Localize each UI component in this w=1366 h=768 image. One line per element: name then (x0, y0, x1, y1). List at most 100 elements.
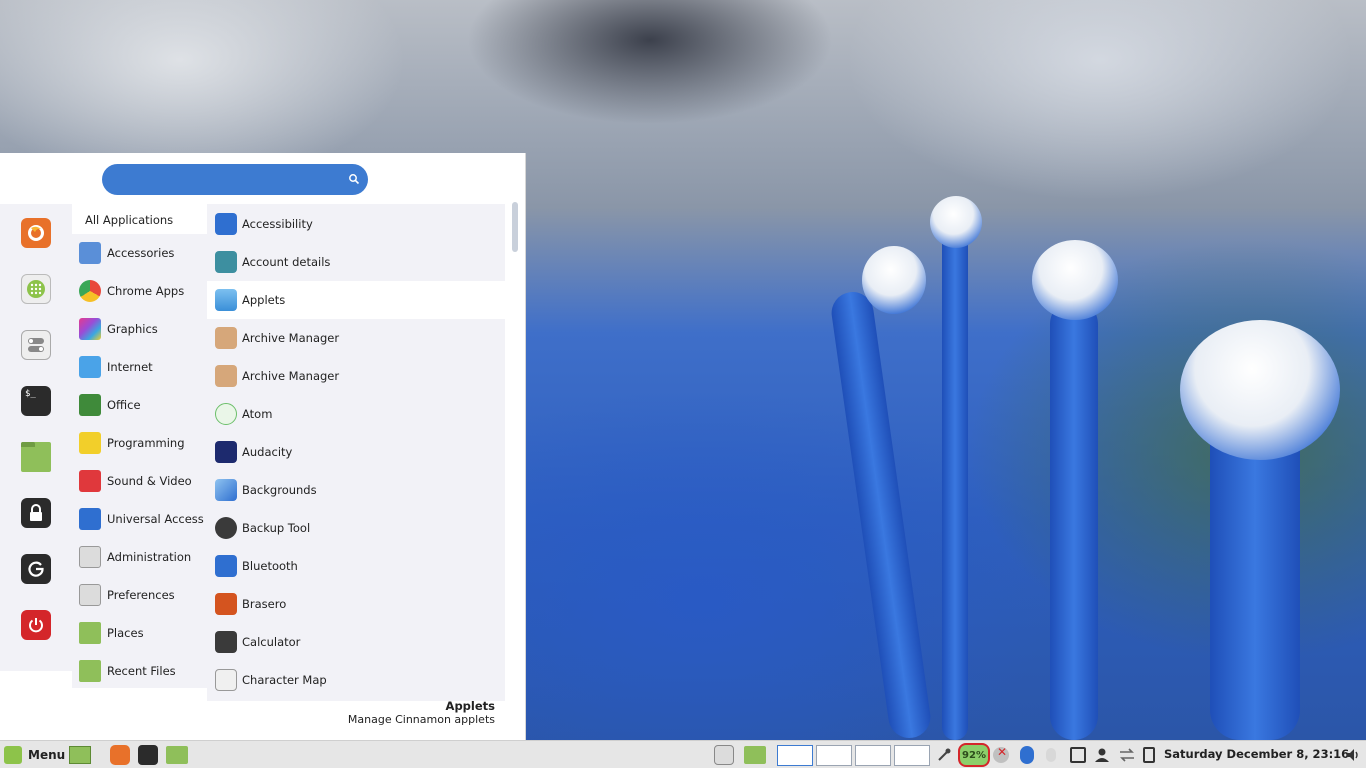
favorites-sidebar: $_ (0, 204, 72, 671)
workspace-1[interactable] (777, 745, 813, 766)
search-input[interactable] (114, 170, 334, 189)
settings-toggle-icon[interactable] (21, 330, 51, 360)
color-picker-applet[interactable] (936, 745, 952, 765)
category-label: Universal Access (107, 512, 204, 526)
battery-indicator[interactable]: 92% (958, 743, 990, 767)
wallpaper-post-cap (1032, 240, 1118, 320)
category-universal-access[interactable]: Universal Access (72, 500, 207, 538)
app-item[interactable]: Archive Manager (207, 357, 505, 395)
category-label: Graphics (107, 322, 158, 336)
category-label: Recent Files (107, 664, 176, 678)
category-label: Internet (107, 360, 153, 374)
application-list: Accessibility Account details Applets Ar… (207, 204, 505, 701)
app-label: Archive Manager (242, 331, 340, 345)
brasero-icon (215, 593, 237, 615)
backgrounds-icon (215, 479, 237, 501)
category-label: Sound & Video (107, 474, 192, 488)
category-chrome-apps[interactable]: Chrome Apps (72, 272, 207, 310)
app-item[interactable]: Calculator (207, 623, 505, 661)
app-label: Character Map (242, 673, 327, 687)
location-icon (1046, 748, 1056, 762)
screenshot-icon (1070, 747, 1086, 763)
taskbar: Menu 92% ✕ Saturday December 8, 23:16 (0, 740, 1366, 768)
launcher-firefox[interactable] (110, 745, 130, 765)
selected-app-description: Manage Cinnamon applets (347, 713, 495, 726)
scissors-icon (79, 242, 101, 264)
category-accessories[interactable]: Accessories (72, 234, 207, 272)
category-label: Accessories (107, 246, 175, 260)
scrollbar-track[interactable] (511, 202, 519, 697)
category-office[interactable]: Office (72, 386, 207, 424)
folder-icon (166, 746, 188, 764)
app-item[interactable]: Account details (207, 243, 505, 281)
audacity-icon (215, 441, 237, 463)
app-item-selected[interactable]: Applets (207, 281, 505, 319)
network-applet[interactable]: ✕ (993, 745, 1009, 765)
volume-applet[interactable] (1345, 745, 1361, 765)
terminal-icon[interactable]: $_ (21, 386, 51, 416)
firefox-icon[interactable] (21, 218, 51, 248)
app-item[interactable]: Archive Manager (207, 319, 505, 357)
files-applet[interactable] (744, 745, 766, 765)
category-graphics[interactable]: Graphics (72, 310, 207, 348)
clipboard-applet[interactable] (1143, 745, 1155, 765)
menu-button[interactable]: Menu (4, 745, 65, 765)
workspace-3[interactable] (855, 745, 891, 766)
screenshot-applet[interactable] (1070, 745, 1086, 765)
network-disconnected-icon: ✕ (993, 745, 1009, 763)
app-label: Accessibility (242, 217, 313, 231)
category-places[interactable]: Places (72, 614, 207, 652)
atom-icon (215, 403, 237, 425)
category-label: Programming (107, 436, 185, 450)
category-internet[interactable]: Internet (72, 348, 207, 386)
workspace-4[interactable] (894, 745, 930, 766)
user-applet[interactable] (1094, 745, 1110, 765)
bluetooth-applet[interactable] (1020, 745, 1034, 765)
app-item[interactable]: Audacity (207, 433, 505, 471)
workspace-2[interactable] (816, 745, 852, 766)
app-item[interactable]: Backup Tool (207, 509, 505, 547)
launcher-files[interactable] (166, 745, 188, 765)
folder-icon (79, 622, 101, 644)
category-label: Office (107, 398, 141, 412)
programming-icon (79, 432, 101, 454)
app-item[interactable]: Bluetooth (207, 547, 505, 585)
category-label: Chrome Apps (107, 284, 185, 298)
folder-icon[interactable] (21, 442, 51, 472)
accessibility-icon (79, 508, 101, 530)
category-programming[interactable]: Programming (72, 424, 207, 462)
show-desktop-button[interactable] (69, 745, 91, 765)
location-applet[interactable] (1046, 745, 1056, 765)
app-item[interactable]: Accessibility (207, 205, 505, 243)
app-item[interactable]: Brasero (207, 585, 505, 623)
archive-icon (215, 327, 237, 349)
category-all-applications[interactable]: All Applications (72, 204, 207, 234)
logout-icon[interactable] (21, 554, 51, 584)
app-label: Account details (242, 255, 331, 269)
category-administration[interactable]: Administration (72, 538, 207, 576)
launcher-terminal[interactable] (138, 745, 158, 765)
search-box[interactable] (102, 164, 368, 195)
category-recent-files[interactable]: Recent Files (72, 652, 207, 690)
sync-applet[interactable] (1118, 745, 1136, 765)
app-label: Brasero (242, 597, 287, 611)
clipboard-icon (1143, 747, 1155, 763)
category-preferences[interactable]: Preferences (72, 576, 207, 614)
app-item[interactable]: Backgrounds (207, 471, 505, 509)
app-label: Calculator (242, 635, 301, 649)
category-sound-video[interactable]: Sound & Video (72, 462, 207, 500)
account-icon (215, 251, 237, 273)
scrollbar-thumb[interactable] (512, 202, 518, 252)
power-icon[interactable] (21, 610, 51, 640)
app-item[interactable]: Character Map (207, 661, 505, 699)
folder-icon (744, 746, 766, 764)
bluetooth-icon (1020, 746, 1034, 764)
clock[interactable]: Saturday December 8, 23:16 (1164, 747, 1349, 761)
wallpaper-post (828, 289, 934, 740)
graphics-icon (79, 318, 101, 340)
app-grid-icon[interactable] (21, 274, 51, 304)
lock-screen-icon[interactable] (21, 498, 51, 528)
app-item[interactable]: Atom (207, 395, 505, 433)
search-icon (349, 174, 360, 185)
settings-applet[interactable] (714, 745, 734, 765)
